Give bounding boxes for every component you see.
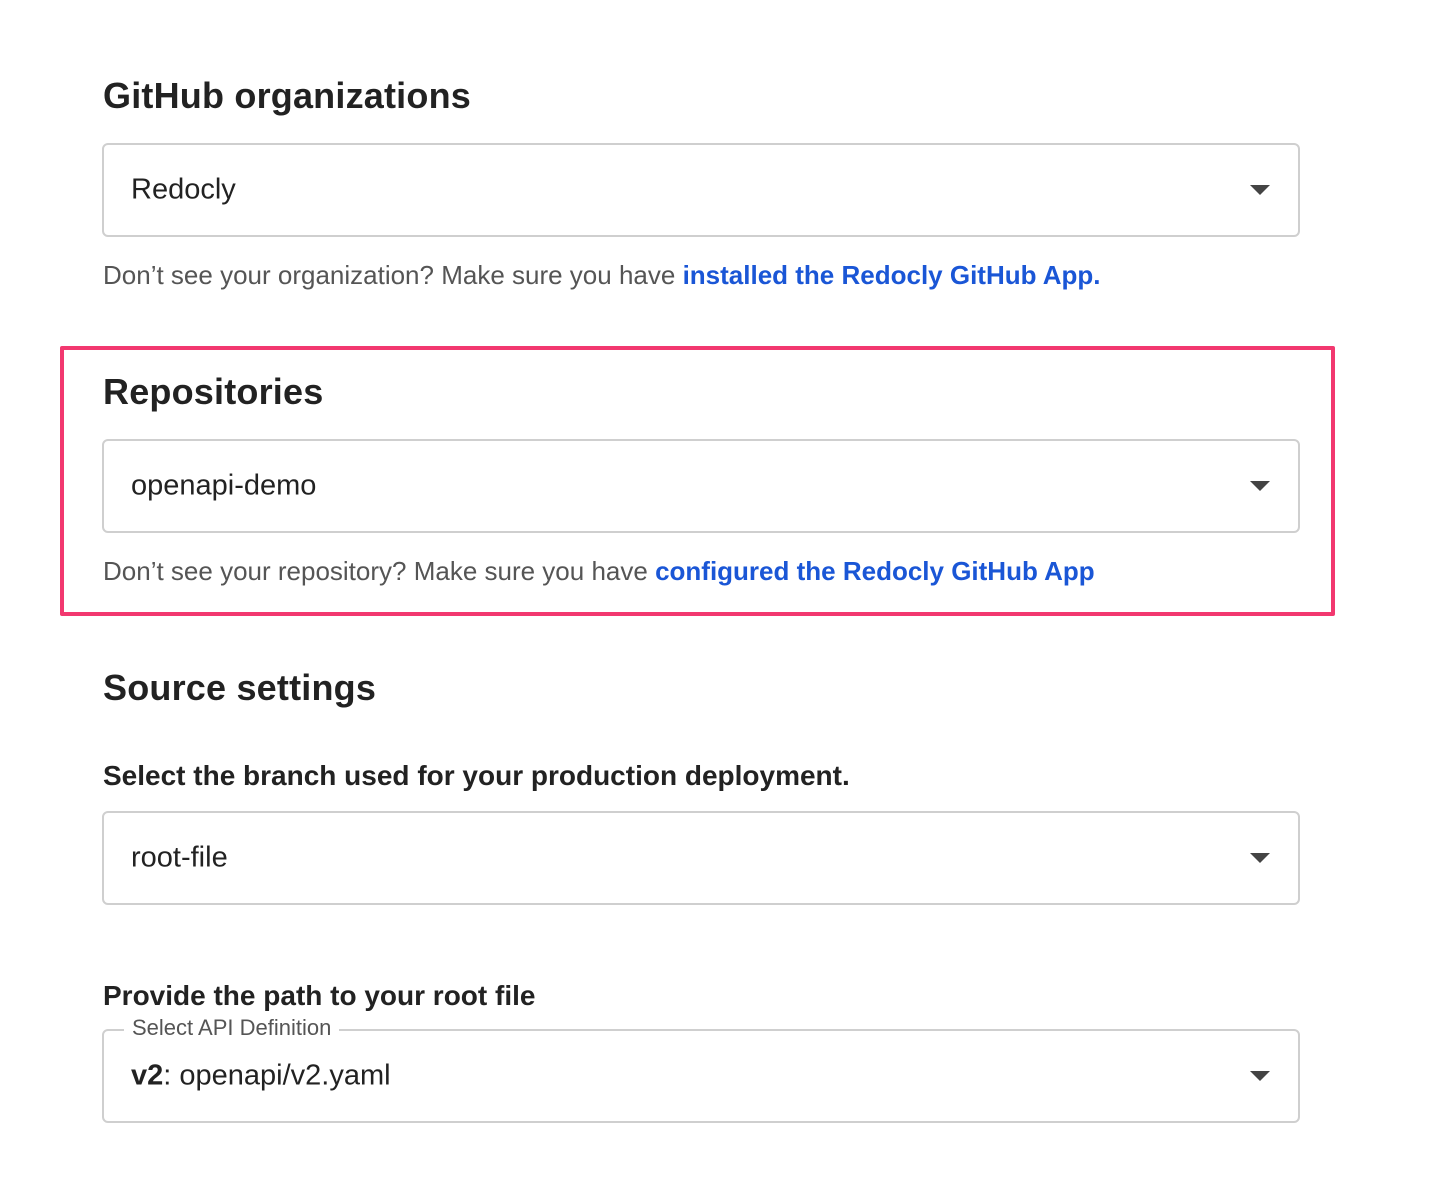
repository-helper: Don’t see your repository? Make sure you… bbox=[103, 558, 1095, 584]
repository-value: openapi-demo bbox=[131, 469, 317, 502]
caret-down-icon bbox=[1250, 481, 1270, 491]
repository-select[interactable]: openapi-demo bbox=[102, 439, 1300, 533]
configure-github-app-link[interactable]: configured the Redocly GitHub App bbox=[655, 556, 1095, 586]
source-settings-heading: Source settings bbox=[103, 667, 377, 708]
github-organization-value: Redocly bbox=[131, 173, 236, 206]
api-definition-legend: Select API Definition bbox=[124, 1015, 340, 1042]
api-definition-path: : openapi/v2.yaml bbox=[163, 1059, 391, 1092]
root-file-label: Provide the path to your root file bbox=[103, 980, 536, 1011]
api-definition-key: v2 bbox=[131, 1059, 164, 1092]
organization-helper: Don’t see your organization? Make sure y… bbox=[103, 262, 1101, 288]
caret-down-icon bbox=[1250, 185, 1270, 195]
repository-helper-text: Don’t see your repository? Make sure you… bbox=[103, 556, 656, 586]
caret-down-icon bbox=[1250, 853, 1270, 863]
api-definition-select[interactable]: Select API Definition v2: openapi/v2.yam… bbox=[102, 1015, 1300, 1123]
install-github-app-link[interactable]: installed the Redocly GitHub App. bbox=[683, 260, 1101, 290]
organization-helper-text: Don’t see your organization? Make sure y… bbox=[103, 260, 683, 290]
repositories-heading: Repositories bbox=[103, 371, 324, 412]
branch-select[interactable]: root-file bbox=[102, 811, 1300, 905]
api-definition-value: v2: openapi/v2.yaml bbox=[131, 1060, 391, 1093]
branch-value: root-file bbox=[131, 841, 228, 874]
caret-down-icon bbox=[1250, 1071, 1270, 1081]
github-organization-select[interactable]: Redocly bbox=[102, 143, 1300, 237]
branch-label: Select the branch used for your producti… bbox=[103, 760, 850, 791]
github-organizations-heading: GitHub organizations bbox=[103, 75, 471, 116]
